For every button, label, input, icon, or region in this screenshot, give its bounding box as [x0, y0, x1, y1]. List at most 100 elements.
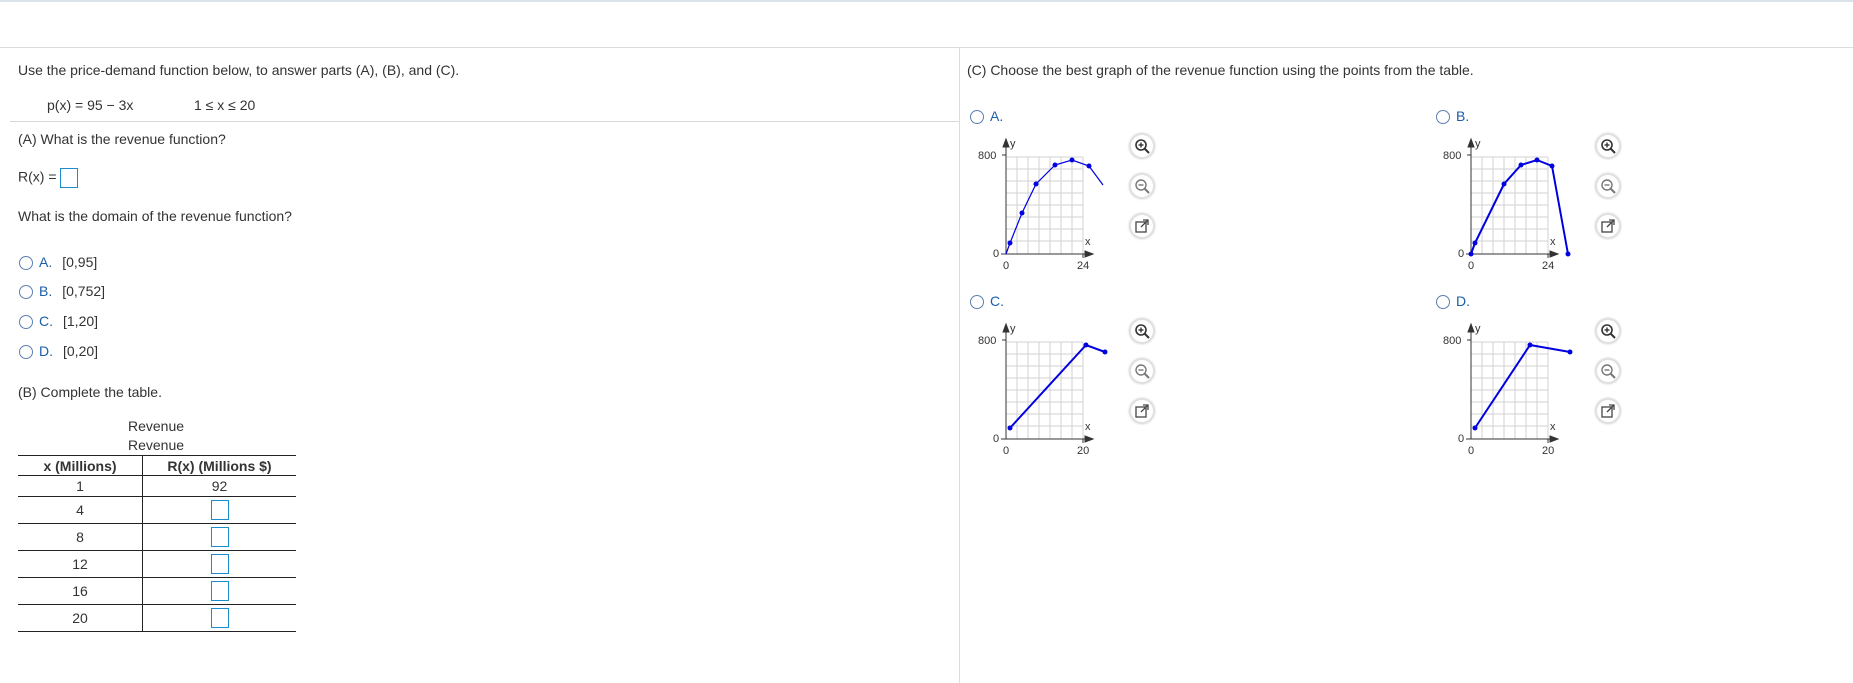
zoom-out-button[interactable] — [1130, 174, 1154, 198]
graph-point — [1549, 163, 1555, 169]
radio-icon[interactable] — [970, 110, 984, 125]
revenue-input-cell — [142, 550, 296, 578]
option-letter: B. — [1456, 108, 1470, 124]
option-text: [1,20] — [63, 313, 99, 329]
revenue-table: x (Millions) R(x) (Millions $) 1 92 4 8 … — [18, 455, 296, 632]
revenue-function-input[interactable] — [59, 168, 78, 188]
graph-point — [1007, 425, 1013, 431]
y-axis-label: y — [1010, 138, 1016, 150]
table-row: 1 92 — [18, 475, 296, 497]
option-letter: A. — [39, 254, 53, 270]
graph-point — [1472, 240, 1478, 246]
domain-question: What is the domain of the revenue functi… — [18, 208, 292, 224]
table-row: 16 — [18, 577, 296, 605]
revenue-input-cell — [142, 604, 296, 632]
graph-point — [1069, 157, 1075, 163]
zoom-in-button[interactable] — [1130, 319, 1154, 343]
graph-d-curve — [1474, 343, 1571, 429]
popout-icon — [1135, 219, 1149, 233]
x-cell: 8 — [18, 523, 143, 551]
x-tick-label: 20 — [1077, 445, 1089, 457]
zoom-in-button[interactable] — [1596, 134, 1620, 158]
x-cell: 1 — [18, 475, 143, 497]
revenue-input[interactable] — [210, 527, 229, 547]
zoom-out-button[interactable] — [1130, 359, 1154, 383]
popout-icon — [1601, 404, 1615, 418]
popout-button[interactable] — [1130, 399, 1154, 423]
popout-button[interactable] — [1596, 214, 1620, 238]
revenue-input-cell — [142, 523, 296, 551]
revenue-label: R(x) = — [18, 168, 57, 185]
zoom-in-button[interactable] — [1130, 134, 1154, 158]
zoom-out-icon — [1601, 179, 1616, 194]
column-divider — [959, 48, 960, 683]
revenue-function-row: R(x) = — [18, 168, 78, 188]
option-letter: A. — [990, 108, 1004, 124]
radio-icon[interactable] — [1436, 295, 1450, 310]
graph-option-a[interactable]: A. — [970, 108, 1004, 125]
y-zero-label: 0 — [1458, 433, 1464, 445]
graph-point — [1501, 181, 1507, 187]
column-header-x: x (Millions) — [18, 455, 143, 476]
domain-option-c[interactable]: C. [1,20] — [19, 313, 99, 330]
radio-icon[interactable] — [19, 345, 33, 360]
domain-option-d[interactable]: D. [0,20] — [19, 343, 98, 360]
table-header-row: x (Millions) R(x) (Millions $) — [18, 455, 296, 476]
option-letter: D. — [39, 343, 53, 359]
popout-icon — [1601, 219, 1615, 233]
y-tick-label: 800 — [978, 335, 996, 347]
graph-option-d[interactable]: D. — [1436, 293, 1470, 310]
radio-icon[interactable] — [19, 315, 33, 330]
graph-point — [1083, 342, 1089, 348]
zoom-in-icon — [1601, 139, 1616, 154]
radio-icon[interactable] — [19, 285, 33, 300]
domain-option-a[interactable]: A. [0,95] — [19, 254, 98, 271]
revenue-input[interactable] — [210, 500, 229, 520]
popout-button[interactable] — [1130, 214, 1154, 238]
x-cell: 12 — [18, 550, 143, 578]
graph-c-plot: y 800 0 0 20 x — [978, 322, 1108, 457]
option-letter: C. — [990, 293, 1004, 309]
y-zero-label: 0 — [993, 248, 999, 260]
table-caption-repeat: Revenue — [128, 437, 185, 453]
revenue-input[interactable] — [210, 608, 229, 628]
radio-icon[interactable] — [19, 256, 33, 271]
zoom-in-icon — [1135, 324, 1150, 339]
graph-point — [1534, 157, 1540, 163]
graph-point — [1086, 163, 1092, 169]
zoom-out-button[interactable] — [1596, 174, 1620, 198]
option-text: [0,95] — [62, 254, 98, 270]
graph-point — [1102, 349, 1108, 355]
x-cell: 4 — [18, 496, 143, 524]
zoom-in-icon — [1601, 324, 1616, 339]
revenue-input[interactable] — [210, 554, 229, 574]
header-divider — [0, 47, 1853, 48]
table-caption: Revenue — [128, 418, 185, 434]
graph-point — [1052, 162, 1058, 168]
part-a-question: (A) What is the revenue function? — [18, 131, 226, 147]
radio-icon[interactable] — [970, 295, 984, 310]
x-zero-label: 0 — [1003, 260, 1009, 272]
revenue-cell: 92 — [142, 475, 296, 497]
x-zero-label: 0 — [1003, 445, 1009, 457]
zoom-out-icon — [1135, 364, 1150, 379]
graph-option-b[interactable]: B. — [1436, 108, 1470, 125]
domain-option-b[interactable]: B. [0,752] — [19, 283, 105, 300]
revenue-input[interactable] — [210, 581, 229, 601]
column-header-revenue: R(x) (Millions $) — [142, 455, 296, 476]
graph-point — [1468, 251, 1474, 257]
zoom-in-button[interactable] — [1596, 319, 1620, 343]
domain-constraint: 1 ≤ x ≤ 20 — [194, 97, 256, 113]
radio-icon[interactable] — [1436, 110, 1450, 125]
intro-text: Use the price-demand function below, to … — [18, 62, 460, 78]
y-tick-label: 800 — [1443, 335, 1461, 347]
graph-point — [1518, 162, 1524, 168]
zoom-out-button[interactable] — [1596, 359, 1620, 383]
zoom-out-icon — [1135, 179, 1150, 194]
table-row: 12 — [18, 550, 296, 578]
graph-option-c[interactable]: C. — [970, 293, 1004, 310]
x-axis-label: x — [1085, 421, 1091, 433]
popout-button[interactable] — [1596, 399, 1620, 423]
y-axis-label: y — [1475, 323, 1481, 335]
graph-point — [1033, 181, 1039, 187]
